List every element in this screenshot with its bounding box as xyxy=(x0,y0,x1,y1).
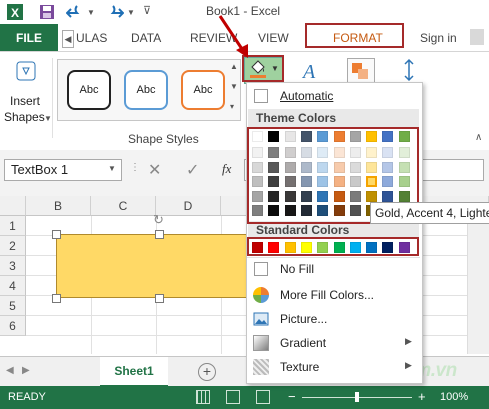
zoom-out-icon[interactable]: − xyxy=(288,389,296,404)
insert-function-icon[interactable]: fx xyxy=(222,161,231,177)
user-avatar[interactable] xyxy=(470,29,484,45)
gallery-more-icon[interactable]: ▾ xyxy=(230,102,234,111)
textbox-shape[interactable] xyxy=(56,234,250,298)
menu-item-more-fill-colors[interactable]: More Fill Colors... xyxy=(247,283,420,307)
gradient-label: Gradient xyxy=(280,336,327,350)
normal-view-icon[interactable] xyxy=(196,390,210,404)
tab-formulas[interactable]: ULAS xyxy=(76,31,107,45)
menu-item-no-fill[interactable]: No Fill xyxy=(247,257,420,281)
insert-shapes-label[interactable]: Insert xyxy=(10,94,40,108)
row-header-1[interactable]: 1 xyxy=(0,216,26,236)
tab-view[interactable]: VIEW xyxy=(258,31,289,45)
ribbon-divider xyxy=(52,58,53,138)
automatic-swatch-icon xyxy=(254,89,268,103)
row-header-4[interactable]: 4 xyxy=(0,276,26,296)
cancel-icon[interactable]: ✕ xyxy=(148,160,161,180)
arrange-icon[interactable] xyxy=(347,58,375,84)
row-header-3[interactable]: 3 xyxy=(0,256,26,276)
scroll-tabs-left-icon[interactable]: ◀ xyxy=(62,30,74,48)
insert-shapes-icon[interactable] xyxy=(14,60,40,84)
name-box-dropdown-icon[interactable]: ▼ xyxy=(108,164,116,173)
tab-file[interactable]: FILE xyxy=(0,24,58,51)
resize-handle[interactable] xyxy=(52,230,61,239)
enter-icon[interactable]: ✓ xyxy=(186,160,199,180)
insert-shapes-label-2[interactable]: Shapes xyxy=(4,110,45,124)
more-fill-colors-label: More Fill Colors... xyxy=(280,288,375,302)
zoom-level[interactable]: 100% xyxy=(440,391,468,403)
color-tooltip: Gold, Accent 4, Lighte xyxy=(370,202,489,224)
status-bar: READY − + 100% xyxy=(0,386,489,409)
formula-bar-grip-icon: ⋮ xyxy=(130,162,140,173)
row-header-5[interactable]: 5 xyxy=(0,296,26,316)
tab-sheet1[interactable]: Sheet1 xyxy=(100,357,168,387)
zoom-slider-thumb[interactable] xyxy=(355,392,359,402)
row-header-2[interactable]: 2 xyxy=(0,236,26,256)
automatic-label: Automatic xyxy=(280,89,334,103)
size-icon[interactable] xyxy=(400,58,418,82)
insert-shapes-dropdown-icon[interactable]: ▼ xyxy=(44,114,52,123)
resize-handle[interactable] xyxy=(155,230,164,239)
shape-styles-group-label: Shape Styles xyxy=(128,132,199,146)
picture-icon xyxy=(253,311,269,327)
row-header-6[interactable]: 6 xyxy=(0,316,26,336)
gradient-icon xyxy=(253,335,269,351)
theme-colors-header: Theme Colors xyxy=(248,109,419,127)
status-ready: READY xyxy=(8,391,46,403)
next-sheet-icon[interactable]: ▶ xyxy=(22,365,30,376)
collapse-ribbon-icon[interactable]: ∧ xyxy=(475,132,482,143)
menu-item-gradient[interactable]: Gradient ▶ xyxy=(247,331,420,355)
standard-colors-highlight xyxy=(247,237,419,256)
texture-label: Texture xyxy=(280,360,320,374)
zoom-in-icon[interactable]: + xyxy=(418,389,426,404)
prev-sheet-icon[interactable]: ◀ xyxy=(6,365,14,376)
menu-item-texture[interactable]: Texture ▶ xyxy=(247,355,420,379)
gallery-scroll-up-icon[interactable]: ▲ xyxy=(230,62,238,71)
shape-style-blue[interactable]: Abc xyxy=(124,70,168,110)
gallery-scroll-down-icon[interactable]: ▼ xyxy=(230,82,238,91)
page-break-icon[interactable] xyxy=(256,390,270,404)
customize-qat-icon[interactable]: ⊽ xyxy=(143,4,151,17)
tab-format[interactable]: FORMAT xyxy=(333,31,383,45)
select-all-corner[interactable] xyxy=(0,196,26,216)
texture-icon xyxy=(253,359,269,375)
save-icon[interactable] xyxy=(38,3,56,21)
vertical-scrollbar[interactable] xyxy=(467,216,489,354)
excel-logo-icon: X xyxy=(6,3,24,21)
no-fill-icon xyxy=(254,262,268,276)
redo-dropdown-icon[interactable]: ▼ xyxy=(127,8,135,17)
menu-item-automatic[interactable]: Automatic xyxy=(247,84,420,108)
menu-item-picture[interactable]: Picture... xyxy=(247,307,420,331)
sign-in-link[interactable]: Sign in xyxy=(420,31,457,45)
resize-handle[interactable] xyxy=(155,294,164,303)
wordart-text-icon[interactable]: A xyxy=(300,58,324,83)
shape-style-black[interactable]: Abc xyxy=(67,70,111,110)
column-header-c[interactable]: C xyxy=(91,196,156,216)
submenu-arrow-icon: ▶ xyxy=(405,360,412,370)
column-header-d[interactable]: D xyxy=(156,196,221,216)
submenu-arrow-icon: ▶ xyxy=(405,336,412,346)
no-fill-label: No Fill xyxy=(280,262,315,276)
picture-label: Picture... xyxy=(280,312,328,326)
svg-text:A: A xyxy=(301,61,316,82)
redo-icon[interactable] xyxy=(106,3,125,21)
resize-handle[interactable] xyxy=(52,294,61,303)
undo-dropdown-icon[interactable]: ▼ xyxy=(87,8,95,17)
undo-icon[interactable] xyxy=(65,3,84,21)
column-header-b[interactable]: B xyxy=(26,196,91,216)
svg-text:X: X xyxy=(11,6,19,20)
shape-style-orange[interactable]: Abc xyxy=(181,70,225,110)
page-layout-icon[interactable] xyxy=(226,390,240,404)
rotate-handle-icon[interactable]: ↻ xyxy=(153,212,164,228)
name-box[interactable]: TextBox 1 xyxy=(4,159,122,181)
add-sheet-icon[interactable]: + xyxy=(198,363,216,381)
color-wheel-icon xyxy=(253,287,269,303)
red-arrow-icon xyxy=(218,15,248,58)
tab-data[interactable]: DATA xyxy=(131,31,161,45)
